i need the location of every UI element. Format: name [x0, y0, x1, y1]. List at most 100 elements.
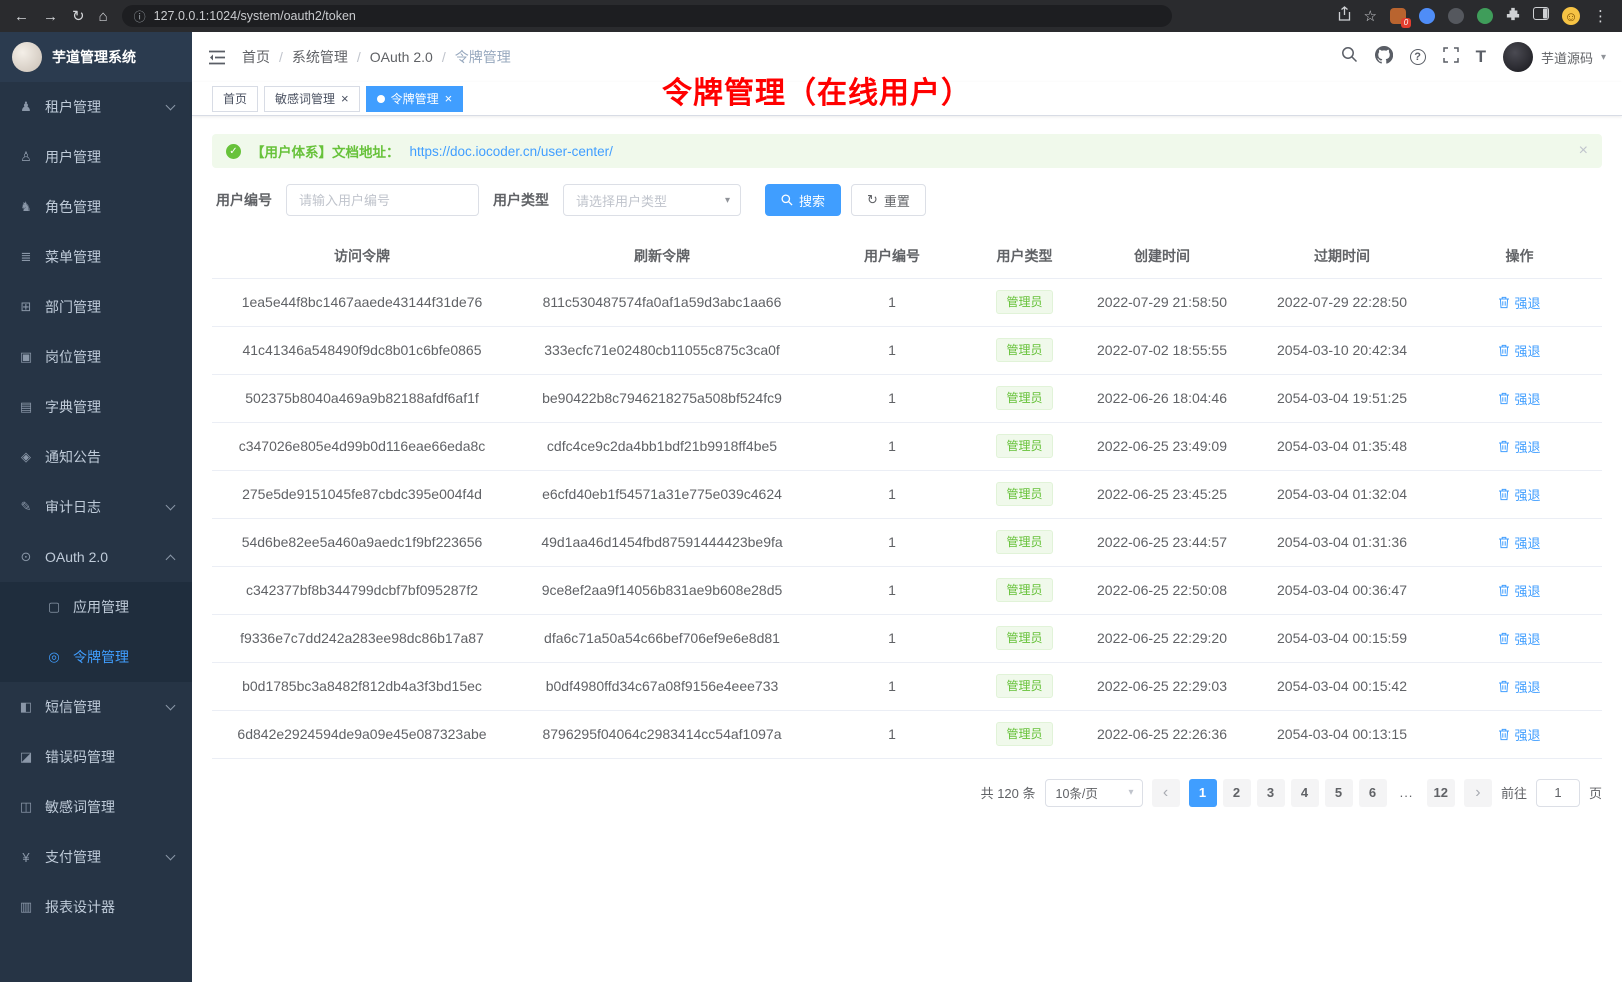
created-time-cell: 2022-06-26 18:04:46	[1077, 374, 1247, 422]
user-type-cell: 管理员	[972, 374, 1077, 422]
search-icon[interactable]	[1341, 46, 1358, 68]
sidebar-menu-item[interactable]: ◈ 通知公告	[0, 432, 192, 482]
next-page-button[interactable]: ›	[1464, 779, 1492, 807]
extensions-puzzle-icon[interactable]	[1506, 7, 1520, 26]
extension-green-icon[interactable]	[1477, 8, 1493, 24]
force-logout-button[interactable]: 强退	[1498, 629, 1540, 648]
share-icon[interactable]	[1338, 6, 1351, 26]
sidebar-menu-item[interactable]: ¥ 支付管理	[0, 832, 192, 882]
site-info-icon[interactable]: ⓘ	[134, 8, 146, 25]
user-menu[interactable]: 芋道源码 ▾	[1503, 42, 1606, 72]
sidebar-menu-item[interactable]: ♙ 用户管理	[0, 132, 192, 182]
help-icon[interactable]: ?	[1410, 49, 1426, 65]
goto-page-input[interactable]	[1536, 779, 1580, 807]
page-number-button[interactable]: 5	[1325, 779, 1353, 807]
expire-time-cell: 2054-03-10 20:42:34	[1247, 326, 1437, 374]
alert-close-icon[interactable]: ×	[1579, 142, 1588, 160]
extension-blue-icon[interactable]	[1419, 8, 1435, 24]
user-type-badge: 管理员	[996, 722, 1052, 746]
sidebar-menu-item[interactable]: ◧ 短信管理	[0, 682, 192, 732]
breadcrumb-item[interactable]: 令牌管理	[442, 47, 511, 67]
menu-item-icon: ⊞	[18, 299, 34, 315]
sidebar-menu-item[interactable]: ⊞ 部门管理	[0, 282, 192, 332]
page-number-button[interactable]: 3	[1257, 779, 1285, 807]
sidebar-menu-item[interactable]: ✎ 审计日志	[0, 482, 192, 532]
sidebar-menu-item[interactable]: ♞ 角色管理	[0, 182, 192, 232]
back-icon[interactable]: ←	[14, 9, 29, 24]
github-icon[interactable]	[1375, 46, 1393, 69]
force-logout-button[interactable]: 强退	[1498, 533, 1540, 552]
sidebar-menu-item[interactable]: ▤ 字典管理	[0, 382, 192, 432]
force-logout-label: 强退	[1514, 725, 1540, 744]
menu-item-icon: ≣	[18, 249, 34, 265]
menu-item-icon: ▥	[18, 899, 34, 915]
sidebar-menu-item[interactable]: ♟ 租户管理	[0, 82, 192, 132]
sidebar-menu-item[interactable]: ▢ 应用管理	[0, 582, 192, 632]
user-type-select[interactable]: 请选择用户类型 ▾	[563, 184, 741, 216]
user-id-input[interactable]	[286, 184, 479, 216]
font-size-icon[interactable]: T	[1476, 47, 1486, 67]
page-number-button[interactable]: 4	[1291, 779, 1319, 807]
page-number-button[interactable]: 6	[1359, 779, 1387, 807]
page-number-button[interactable]: 12	[1427, 779, 1455, 807]
address-bar[interactable]: ⓘ 127.0.0.1:1024/system/oauth2/token	[122, 5, 1172, 27]
bookmark-star-icon[interactable]: ☆	[1364, 9, 1377, 24]
fullscreen-icon[interactable]	[1443, 47, 1459, 68]
search-button[interactable]: 搜索	[765, 184, 841, 216]
side-panel-icon[interactable]	[1533, 7, 1549, 25]
menu-item-label: 字典管理	[45, 397, 101, 417]
page-tab[interactable]: 首页	[212, 86, 258, 112]
force-logout-button[interactable]: 强退	[1498, 485, 1540, 504]
menu-kebab-icon[interactable]: ⋮	[1593, 9, 1608, 24]
app-logo: 芋道管理系统	[0, 32, 192, 82]
force-logout-button[interactable]: 强退	[1498, 725, 1540, 744]
token-table: 访问令牌 刷新令牌 用户编号 用户类型 创建时间 过期时间 操作	[212, 234, 1602, 759]
page-number-button[interactable]: ...	[1393, 779, 1421, 807]
page-tab[interactable]: 令牌管理 ×	[366, 86, 464, 112]
sidebar-menu-item[interactable]: ◫ 敏感词管理	[0, 782, 192, 832]
created-time-cell: 2022-06-25 23:49:09	[1077, 422, 1247, 470]
breadcrumb-item[interactable]: OAuth 2.0	[357, 49, 433, 65]
user-type-badge: 管理员	[996, 530, 1052, 554]
page-size-select[interactable]: 10条/页 ▾	[1045, 779, 1143, 807]
prev-page-button[interactable]: ‹	[1152, 779, 1180, 807]
force-logout-button[interactable]: 强退	[1498, 389, 1540, 408]
forward-icon[interactable]: →	[43, 9, 58, 24]
user-id-cell: 1	[812, 278, 972, 326]
user-id-cell: 1	[812, 518, 972, 566]
collapse-sidebar-icon[interactable]	[208, 50, 226, 65]
sidebar-menu-item[interactable]: ◎ 令牌管理	[0, 632, 192, 682]
total-count: 共 120 条	[981, 783, 1036, 802]
tab-close-icon[interactable]: ×	[445, 92, 453, 105]
sidebar-menu-item[interactable]: ⊙ OAuth 2.0	[0, 532, 192, 582]
force-logout-button[interactable]: 强退	[1498, 341, 1540, 360]
pagination: 共 120 条 10条/页 ▾ ‹ 1 2 3 4	[212, 779, 1602, 807]
force-logout-button[interactable]: 强退	[1498, 677, 1540, 696]
force-logout-button[interactable]: 强退	[1498, 437, 1540, 456]
table-row: 275e5de9151045fe87cbdc395e004f4d e6cfd40…	[212, 470, 1602, 518]
page-tab[interactable]: 敏感词管理 ×	[264, 86, 360, 112]
sidebar-menu-item[interactable]: ▣ 岗位管理	[0, 332, 192, 382]
home-icon[interactable]: ⌂	[99, 9, 108, 24]
force-logout-button[interactable]: 强退	[1498, 293, 1540, 312]
sidebar-menu-item[interactable]: ≣ 菜单管理	[0, 232, 192, 282]
breadcrumb-item[interactable]: 首页	[242, 47, 270, 67]
sidebar-menu-item[interactable]: ▥ 报表设计器	[0, 882, 192, 932]
sidebar-menu-item[interactable]: ◪ 错误码管理	[0, 732, 192, 782]
reset-button[interactable]: ↻ 重置	[851, 184, 926, 216]
browser-toolbar: ← → ↻ ⌂ ⓘ 127.0.0.1:1024/system/oauth2/t…	[0, 0, 1622, 32]
extension-dark-icon[interactable]	[1448, 8, 1464, 24]
tab-close-icon[interactable]: ×	[341, 92, 349, 105]
user-type-badge: 管理员	[996, 434, 1052, 458]
action-cell: 强退	[1437, 614, 1602, 662]
extension-badge-icon[interactable]: 0	[1390, 8, 1406, 24]
doc-link[interactable]: https://doc.iocoder.cn/user-center/	[410, 144, 613, 159]
page-number-button[interactable]: 1	[1189, 779, 1217, 807]
profile-avatar-icon[interactable]: ☺	[1562, 7, 1580, 25]
menu-item-icon: ▤	[18, 399, 34, 415]
breadcrumb-item[interactable]: 系统管理	[279, 47, 348, 67]
user-type-badge: 管理员	[996, 674, 1052, 698]
reload-icon[interactable]: ↻	[72, 9, 85, 24]
page-number-button[interactable]: 2	[1223, 779, 1251, 807]
force-logout-button[interactable]: 强退	[1498, 581, 1540, 600]
